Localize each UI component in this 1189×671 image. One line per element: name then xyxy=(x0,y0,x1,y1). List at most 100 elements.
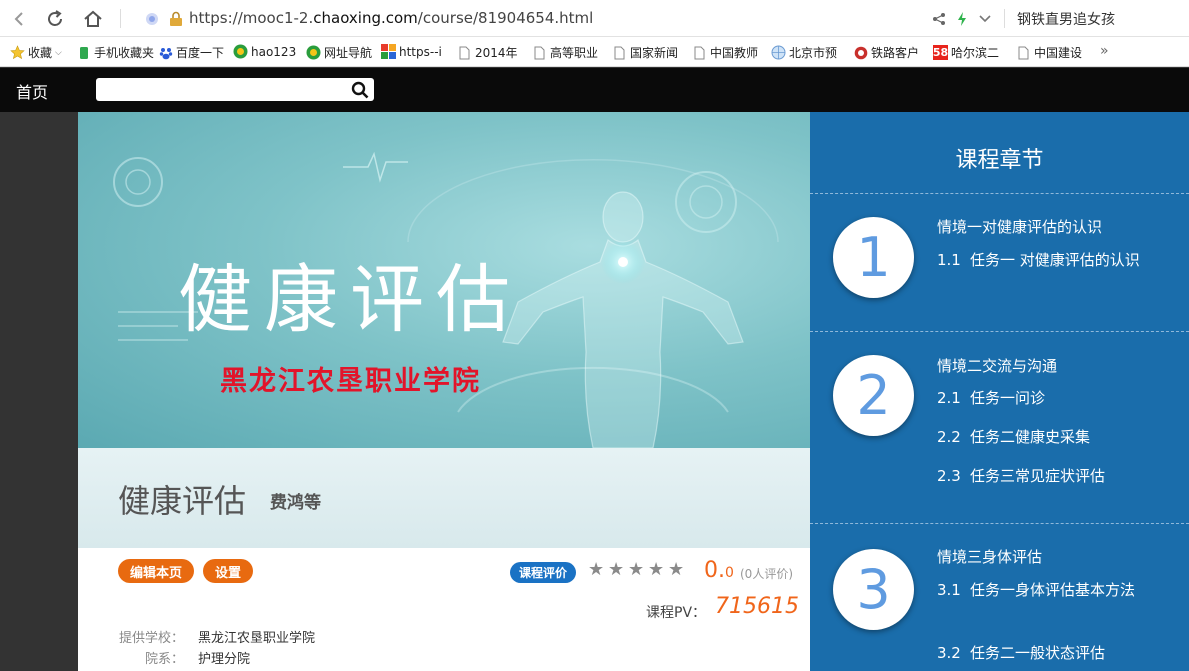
bookmark-item[interactable]: hao123 xyxy=(233,44,296,59)
url-domain: chaoxing.com xyxy=(313,9,418,27)
dept-label: 院系： xyxy=(144,652,184,667)
bookmark-label: 手机收藏夹 xyxy=(94,46,155,60)
url-field[interactable]: https://mooc1-2.chaoxing.com/course/8190… xyxy=(189,9,593,27)
chapters-panel: 课程章节 1 情境一对健康评估的认识 1.1 任务一 对健康评估的认识 2 情境二… xyxy=(810,112,1189,671)
star-icon[interactable]: ★ xyxy=(608,561,625,579)
hao123-icon xyxy=(233,44,248,59)
bookmark-item[interactable]: https--i xyxy=(381,44,442,59)
divider xyxy=(810,193,1189,194)
site-icon xyxy=(381,44,396,59)
chapter-title[interactable]: 情境二交流与沟通 xyxy=(937,355,1057,376)
bookmark-label: 北京市预 xyxy=(789,46,838,60)
bookmark-item[interactable]: 北京市预 xyxy=(771,44,837,61)
bookmark-label: 2014年 xyxy=(475,46,518,60)
star-icon[interactable]: ★ xyxy=(628,561,645,579)
section-item[interactable]: 1.1 任务一 对健康评估的认识 xyxy=(937,248,1177,272)
course-banner: 健康评估 黑龙江农垦职业学院 xyxy=(78,112,810,448)
chapter-title[interactable]: 情境三身体评估 xyxy=(937,546,1042,567)
banner-school: 黑龙江农垦职业学院 xyxy=(220,366,481,397)
globe-icon xyxy=(771,45,786,60)
section-number: 2.1 xyxy=(937,389,961,407)
school-value: 黑龙江农垦职业学院 xyxy=(198,631,316,646)
bookmark-label: 百度一下 xyxy=(176,46,225,60)
star-icon[interactable]: ★ xyxy=(588,561,605,579)
lightning-icon[interactable] xyxy=(951,8,973,30)
rating-score-main: 0. xyxy=(704,558,725,583)
section-item[interactable]: 2.1 任务一问诊 xyxy=(937,386,1177,410)
url-path: /course/81904654.html xyxy=(417,9,594,27)
bookmark-label: 国家新闻 xyxy=(630,46,679,60)
phone-icon xyxy=(76,45,91,60)
divider xyxy=(810,523,1189,524)
edit-page-button[interactable]: 编辑本页 xyxy=(118,559,195,583)
browser-address-bar: https://mooc1-2.chaoxing.com/course/8190… xyxy=(0,0,1189,37)
bookmark-item[interactable]: 58 哈尔滨二 xyxy=(933,44,999,61)
settings-button[interactable]: 设置 xyxy=(203,559,254,583)
bookmark-label: 网址导航 xyxy=(324,46,373,60)
search-suggestion[interactable]: 钢铁直男追女孩 xyxy=(1017,9,1115,29)
dept-value: 护理分院 xyxy=(198,652,251,667)
share-icon[interactable] xyxy=(928,8,950,30)
rating-count: (0人评价) xyxy=(740,567,793,581)
section-item[interactable]: 3.2 任务二一般状态评估 xyxy=(937,641,1177,665)
page-icon xyxy=(1016,45,1031,60)
bookmark-label: 中国教师 xyxy=(710,46,759,60)
rating-stars[interactable]: ★ ★ ★ ★ ★ xyxy=(588,561,685,579)
bookmark-item[interactable]: 百度一下 xyxy=(158,44,224,61)
search-icon[interactable] xyxy=(350,80,370,100)
bookmark-item[interactable]: 2014年 xyxy=(457,44,518,61)
section-title: 任务二健康史采集 xyxy=(970,428,1091,446)
rail-icon xyxy=(853,45,868,60)
chapter-title[interactable]: 情境一对健康评估的认识 xyxy=(937,216,1102,237)
bookmark-favorites[interactable]: 收藏 ⌵ xyxy=(10,44,62,61)
section-item[interactable]: 3.1 任务一身体评估基本方法 xyxy=(937,578,1177,602)
section-item[interactable]: 2.2 任务二健康史采集 xyxy=(937,425,1177,449)
course-authors: 费鸿等 xyxy=(270,493,321,513)
section-number: 3.2 xyxy=(937,644,961,662)
site-info-icon[interactable] xyxy=(141,8,163,30)
refresh-icon[interactable] xyxy=(44,8,66,30)
section-item[interactable]: 2.3 任务三常见症状评估 xyxy=(937,464,1177,488)
site-navbar: 首页 xyxy=(0,68,1189,112)
star-icon[interactable]: ★ xyxy=(668,561,685,579)
course-title: 健康评估 xyxy=(118,482,247,520)
bookmark-item[interactable]: 中国建设 xyxy=(1016,44,1082,61)
section-number: 2.2 xyxy=(937,428,961,446)
course-title-strip: 健康评估 费鸿等 xyxy=(78,448,810,548)
nav-icon xyxy=(306,45,321,60)
chapters-header: 课程章节 xyxy=(955,148,1044,173)
bookmark-item[interactable]: 网址导航 xyxy=(306,44,372,61)
more-bookmarks-icon[interactable]: » xyxy=(1100,43,1109,59)
baidu-icon xyxy=(158,45,173,60)
star-icon[interactable]: ★ xyxy=(648,561,665,579)
rating-score-decimal: 0 xyxy=(725,565,734,581)
back-icon[interactable] xyxy=(8,8,30,30)
bookmark-item[interactable]: 铁路客户 xyxy=(853,44,919,61)
chevron-down-icon: ⌵ xyxy=(55,47,62,58)
bookmark-item[interactable]: 高等职业 xyxy=(532,44,598,61)
section-title: 任务一身体评估基本方法 xyxy=(970,581,1136,599)
58-icon: 58 xyxy=(932,45,949,60)
search-input[interactable] xyxy=(96,78,374,101)
page-icon xyxy=(612,45,627,60)
divider xyxy=(810,331,1189,332)
section-title: 任务二一般状态评估 xyxy=(970,644,1106,662)
toolbar-divider xyxy=(1004,9,1005,28)
section-title: 任务三常见症状评估 xyxy=(970,467,1106,485)
home-icon[interactable] xyxy=(82,8,104,30)
bookmark-item[interactable]: 中国教师 xyxy=(692,44,758,61)
pv-value: 715615 xyxy=(715,594,799,619)
bookmark-label: 铁路客户 xyxy=(871,46,920,60)
bookmark-label: 收藏 xyxy=(28,46,53,60)
chevron-down-icon[interactable] xyxy=(974,8,996,30)
home-link[interactable]: 首页 xyxy=(16,79,48,103)
bookmark-label: 中国建设 xyxy=(1034,46,1083,60)
pv-label: 课程PV： xyxy=(646,605,707,621)
bookmark-item[interactable]: 手机收藏夹 xyxy=(76,44,154,61)
chapter-number: 3 xyxy=(833,549,914,630)
lock-icon xyxy=(165,8,187,30)
course-eval-button[interactable]: 课程评价 xyxy=(510,562,577,583)
page-icon xyxy=(457,45,472,60)
page-icon xyxy=(692,45,707,60)
bookmark-item[interactable]: 国家新闻 xyxy=(612,44,678,61)
